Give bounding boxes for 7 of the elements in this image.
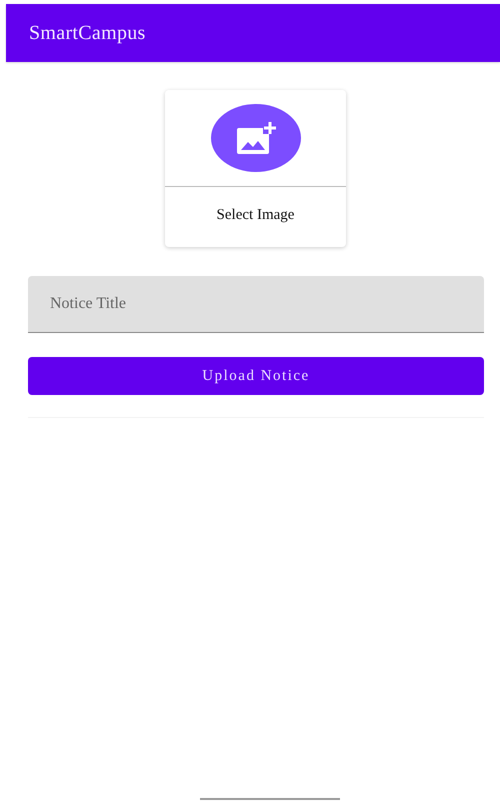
home-indicator[interactable] <box>200 798 340 800</box>
select-image-label: Select Image <box>216 206 296 224</box>
select-image-card[interactable]: Select Image <box>165 90 346 247</box>
app-title: SmartCampus <box>29 22 146 44</box>
notice-title-field[interactable]: Notice Title <box>28 276 484 333</box>
add-image-icon <box>210 104 300 172</box>
upload-notice-button[interactable]: Upload Notice <box>28 357 484 395</box>
